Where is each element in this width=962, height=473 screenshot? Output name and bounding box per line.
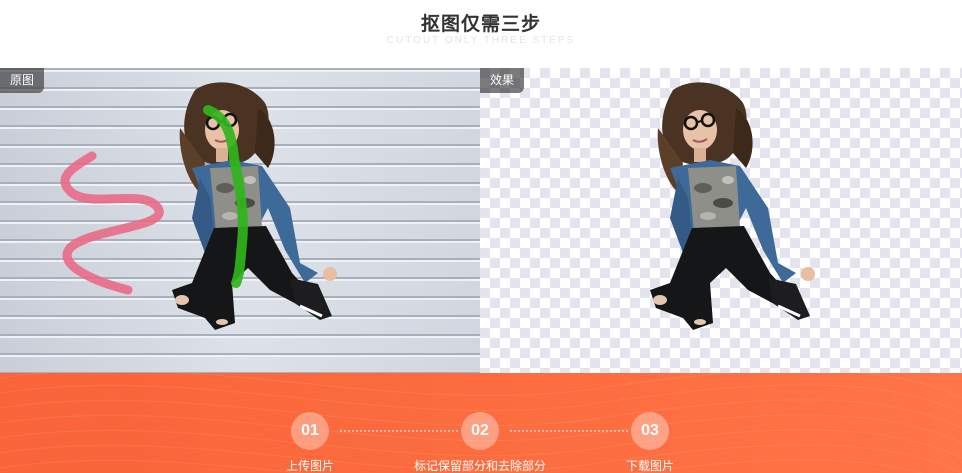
step-connector-1: [340, 430, 458, 432]
steps-band: 01 02 03 上传图片 标记保留部分和去除部分 下载图片: [0, 373, 962, 473]
section-title: 抠图仅需三步: [420, 13, 541, 35]
original-photo: [0, 68, 480, 373]
step-1-badge: 01: [291, 412, 329, 450]
result-label-tag: 效果: [480, 68, 525, 93]
section-header: 抠图仅需三步 CUTOUT ONLY THREE STEPS: [0, 0, 962, 68]
step-3-badge: 03: [631, 412, 669, 450]
original-label-tag: 原图: [0, 68, 45, 93]
step-3-label: 下载图片: [625, 459, 674, 473]
cutout-result: [480, 68, 962, 373]
step-2-badge: 02: [461, 412, 499, 450]
result-image-panel: 效果: [480, 68, 962, 373]
step-connector-2: [510, 430, 628, 432]
original-image-panel: 原图: [0, 68, 480, 373]
section-subtitle: CUTOUT ONLY THREE STEPS: [386, 35, 576, 46]
